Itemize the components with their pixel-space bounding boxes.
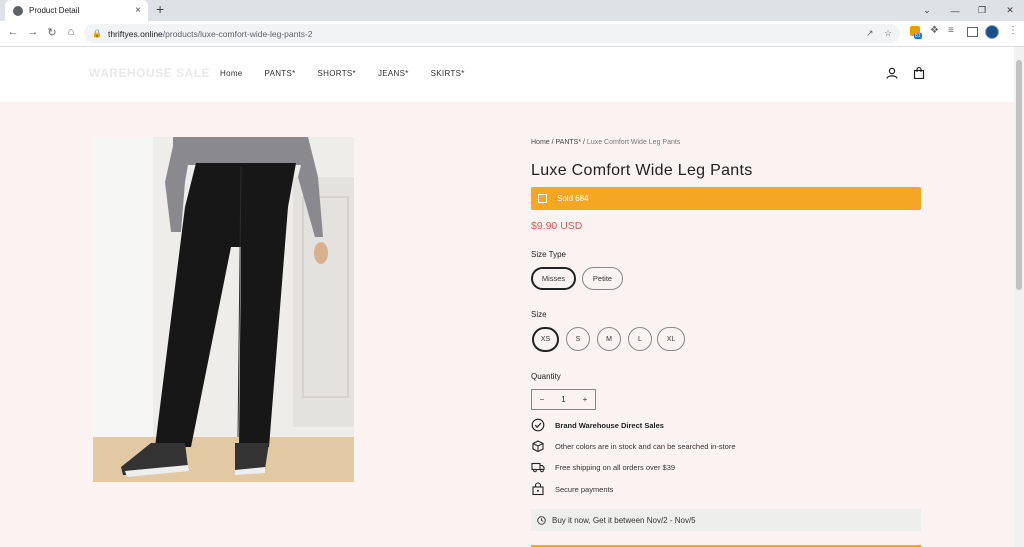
size-type-label: Size Type [531, 250, 566, 259]
feature-text: Free shipping on all orders over $39 [555, 462, 676, 472]
quantity-decrease-button[interactable]: − [532, 395, 552, 404]
extensions-puzzle-icon[interactable]: ❖ [930, 25, 939, 36]
url-domain: thriftyes.online [107, 28, 163, 39]
profile-avatar[interactable] [985, 25, 999, 39]
nav-shorts[interactable]: SHORTS* [318, 69, 356, 78]
nav-jeans[interactable]: JEANS* [378, 69, 409, 78]
size-xs[interactable]: XS [532, 327, 559, 352]
box-icon [532, 440, 544, 453]
side-panel-icon[interactable] [967, 27, 978, 37]
breadcrumb-category[interactable]: PANTS* [556, 139, 582, 146]
feature-item: Brand Warehouse Direct Sales [531, 418, 664, 432]
feature-item: Other colors are in stock and can be sea… [531, 439, 736, 453]
tab-close-icon[interactable]: × [135, 5, 141, 16]
share-icon[interactable]: ↗ [866, 28, 874, 39]
extension-badge: 81 [914, 33, 922, 39]
nav-skirts[interactable]: SKIRTS* [431, 69, 465, 78]
truck-icon [531, 462, 545, 473]
breadcrumb-home[interactable]: Home [531, 139, 550, 146]
product-title: Luxe Comfort Wide Leg Pants [531, 162, 753, 179]
lock-icon: 🔒 [92, 29, 102, 38]
account-icon[interactable] [886, 67, 898, 79]
shopping-bag-icon [538, 194, 547, 203]
reload-button[interactable]: ↻ [45, 26, 59, 39]
secure-lock-icon [532, 482, 544, 496]
cart-icon[interactable] [913, 67, 925, 79]
browser-toolbar: ← → ↻ ⌂ 🔒 thriftyes.online/products/luxe… [0, 21, 1024, 47]
delivery-text: Buy it now, Get it between Nov/2 - Nov/5 [552, 515, 696, 525]
clock-icon [537, 515, 546, 525]
url-text: thriftyes.online/products/luxe-comfort-w… [108, 29, 313, 39]
breadcrumb-current: Luxe Comfort Wide Leg Pants [586, 139, 681, 146]
quantity-increase-button[interactable]: + [575, 395, 595, 404]
home-button[interactable]: ⌂ [64, 26, 78, 38]
sold-count: Sold 684 [557, 194, 589, 203]
product-price: $9.90 USD [531, 220, 583, 232]
product-main: Home / PANTS* / Luxe Comfort Wide Leg Pa… [0, 102, 1014, 547]
scrollbar-thumb[interactable] [1016, 60, 1022, 290]
checkmark-circle-icon [531, 418, 545, 432]
product-image[interactable] [93, 137, 354, 482]
size-xl[interactable]: XL [657, 327, 685, 351]
browser-tab-strip: Product Detail × + ⌄ — ❐ ✕ [0, 0, 1024, 21]
delivery-estimate: Buy it now, Get it between Nov/2 - Nov/5 [531, 509, 921, 531]
size-label: Size [531, 310, 547, 319]
menu-icon[interactable]: ⋮ [1008, 25, 1018, 36]
new-tab-button[interactable]: + [156, 1, 164, 17]
quantity-label: Quantity [531, 372, 561, 381]
minimize-button[interactable]: — [942, 0, 968, 21]
main-nav: Home PANTS* SHORTS* JEANS* SKIRTS* [220, 69, 487, 78]
product-photo [93, 137, 354, 482]
back-button[interactable]: ← [6, 26, 20, 38]
globe-icon [13, 5, 23, 16]
url-path: /products/luxe-comfort-wide-leg-pants-2 [162, 28, 313, 39]
address-bar[interactable]: 🔒 thriftyes.online/products/luxe-comfort… [84, 24, 900, 43]
nav-pants[interactable]: PANTS* [265, 69, 296, 78]
size-type-misses[interactable]: Misses [531, 267, 576, 290]
size-m[interactable]: M [597, 327, 621, 351]
feature-text: Secure payments [555, 484, 614, 494]
site-header: WAREHOUSE SALE Home PANTS* SHORTS* JEANS… [0, 47, 1014, 102]
breadcrumb: Home / PANTS* / Luxe Comfort Wide Leg Pa… [531, 139, 680, 146]
quantity-stepper: − 1 + [531, 389, 596, 410]
site-logo[interactable]: WAREHOUSE SALE [89, 66, 210, 80]
feature-text: Brand Warehouse Direct Sales [555, 420, 664, 430]
tab-search-button[interactable]: ⌄ [914, 0, 940, 21]
tab-title: Product Detail [29, 6, 80, 15]
bookmark-star-icon[interactable]: ☆ [884, 28, 892, 39]
size-type-petite[interactable]: Petite [582, 267, 623, 290]
size-s[interactable]: S [566, 327, 590, 351]
page-scrollbar[interactable] [1014, 47, 1024, 547]
reading-list-icon[interactable]: ≡ [948, 25, 954, 36]
feature-text: Other colors are in stock and can be sea… [555, 441, 736, 451]
forward-button[interactable]: → [26, 26, 40, 38]
sold-count-banner: Sold 684 [531, 187, 921, 210]
nav-home[interactable]: Home [220, 69, 243, 78]
browser-tab[interactable]: Product Detail × [5, 0, 148, 21]
feature-item: Free shipping on all orders over $39 [531, 460, 675, 474]
feature-item: Secure payments [531, 482, 613, 496]
close-window-button[interactable]: ✕ [997, 0, 1023, 21]
quantity-input[interactable]: 1 [554, 395, 574, 404]
size-l[interactable]: L [628, 327, 652, 351]
maximize-button[interactable]: ❐ [969, 0, 995, 21]
